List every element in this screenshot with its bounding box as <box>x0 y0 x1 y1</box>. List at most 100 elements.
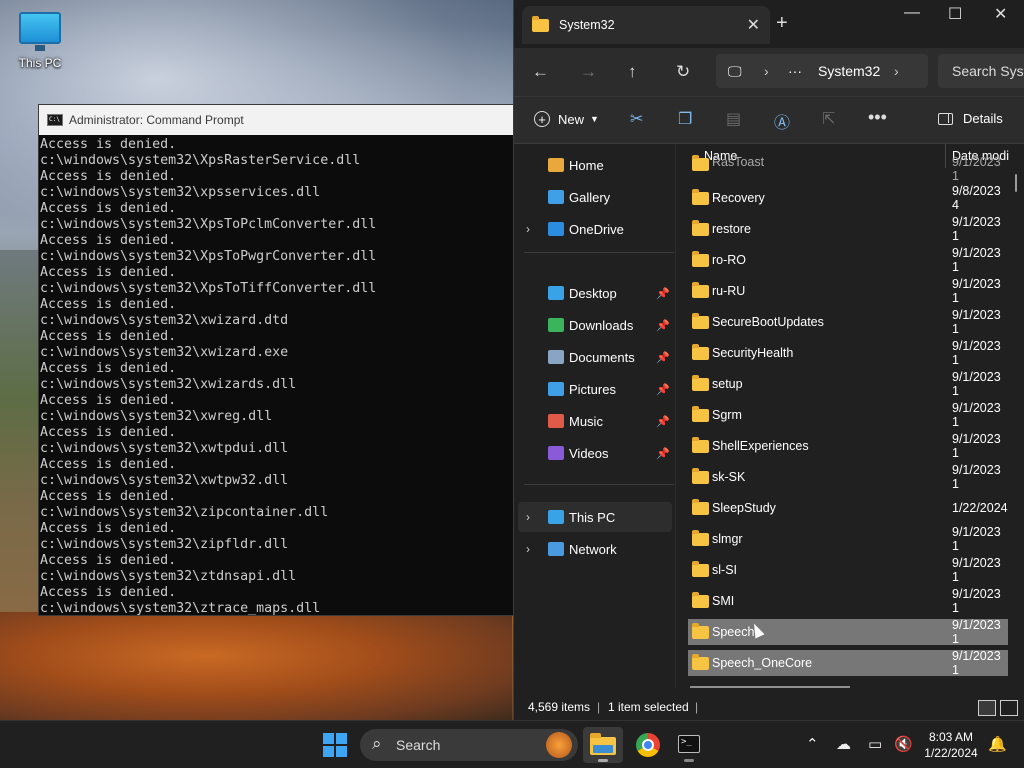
breadcrumb-more[interactable]: ··· <box>788 63 802 79</box>
up-button[interactable]: ↑ <box>628 62 637 82</box>
nav-item-documents[interactable]: Documents 📌 <box>518 342 672 372</box>
file-row[interactable]: restore 9/1/2023 1 <box>688 215 1008 243</box>
new-tab-button[interactable]: + <box>776 12 788 35</box>
chevron-down-icon: ▼ <box>590 114 599 124</box>
paste-icon[interactable]: ▤ <box>726 109 741 129</box>
nav-item-label: Pictures <box>569 381 616 397</box>
cut-icon[interactable]: ✂ <box>630 109 643 129</box>
maximize-button[interactable]: ☐ <box>948 4 962 24</box>
show-hidden-icons-button[interactable]: ⌃ <box>806 735 819 753</box>
share-icon[interactable]: ⇱ <box>822 109 835 129</box>
pin-icon: 📌 <box>656 351 670 364</box>
cmd-line: c:\windows\system32\xwreg.dll <box>40 409 273 424</box>
refresh-button[interactable]: ↻ <box>676 62 690 82</box>
file-date: 9/1/2023 1 <box>952 370 1001 398</box>
file-row[interactable]: SMI 9/1/2023 1 <box>688 587 1008 615</box>
downloads-icon <box>548 318 564 332</box>
close-window-button[interactable]: ✕ <box>994 4 1007 24</box>
file-row[interactable]: Recovery 9/8/2023 4 <box>688 184 1008 212</box>
taskbar-file-explorer[interactable] <box>583 727 623 763</box>
file-row[interactable]: sl-SI 9/1/2023 1 <box>688 556 1008 584</box>
nav-item-network[interactable]: › Network <box>518 534 672 564</box>
copy-icon[interactable]: ❐ <box>678 109 692 129</box>
vertical-scrollbar[interactable] <box>1015 174 1017 192</box>
taskbar-search[interactable]: ⌕ Search <box>360 729 578 761</box>
volume-muted-icon[interactable]: 🔇 <box>894 735 913 753</box>
cmd-line: Access is denied. <box>40 169 177 184</box>
file-row[interactable]: ShellExperiences 9/1/2023 1 <box>688 432 1008 460</box>
command-prompt-window[interactable]: Administrator: Command Prompt Access is … <box>38 104 514 616</box>
address-bar[interactable]: 🖵 › ··· System32 › <box>716 54 928 88</box>
file-row[interactable]: slmgr 9/1/2023 1 <box>688 525 1008 553</box>
chevron-right-icon[interactable]: › <box>894 63 899 79</box>
cmd-line: c:\windows\system32\ztrace_maps.dll <box>40 601 321 615</box>
file-row[interactable]: RasToast 9/1/2023 1 <box>688 155 1008 183</box>
details-view-icon[interactable] <box>978 700 996 716</box>
cloud-offline-icon[interactable]: ☁ <box>836 735 851 753</box>
file-explorer-window[interactable]: System32 ✕ + — ☐ ✕ ← → ↑ ↻ 🖵 › ··· Syste… <box>513 0 1024 720</box>
cmd-line: c:\windows\system32\xwizard.exe <box>40 345 289 360</box>
pin-icon: 📌 <box>656 383 670 396</box>
forward-button[interactable]: → <box>580 62 597 82</box>
tab-system32[interactable]: System32 ✕ <box>522 6 770 44</box>
status-divider: | <box>695 700 699 714</box>
search-input[interactable]: Search Syste <box>938 54 1024 88</box>
status-bar: 4,569 items | 1 item selected | <box>514 688 1024 720</box>
details-button[interactable]: Details <box>938 111 1003 126</box>
file-date: 1/22/2024 <box>952 501 1008 515</box>
file-row[interactable]: ro-RO 9/1/2023 1 <box>688 246 1008 274</box>
tiles-view-icon[interactable] <box>1000 700 1018 716</box>
nav-item-label: Downloads <box>569 317 634 333</box>
file-row[interactable]: SecurityHealth 9/1/2023 1 <box>688 339 1008 367</box>
cmd-output[interactable]: Access is denied. c:\windows\system32\Xps… <box>39 135 513 615</box>
file-row[interactable]: sk-SK 9/1/2023 1 <box>688 463 1008 491</box>
file-row[interactable]: Sgrm 9/1/2023 1 <box>688 401 1008 429</box>
minimize-button[interactable]: — <box>904 4 920 22</box>
desktop-icon-label: This PC <box>18 56 62 70</box>
nav-item-pictures[interactable]: Pictures 📌 <box>518 374 672 404</box>
desktop-icon-this-pc[interactable]: This PC <box>10 8 70 70</box>
nav-item-onedrive[interactable]: › OneDrive <box>518 214 672 244</box>
start-button[interactable] <box>323 733 347 757</box>
chevron-right-icon[interactable]: › <box>526 542 530 556</box>
taskbar-terminal[interactable] <box>669 727 709 763</box>
notification-bell-icon[interactable]: 🔔 <box>988 735 1007 753</box>
file-row[interactable]: SleepStudy 1/22/2024 <box>688 495 1008 521</box>
nav-item-home[interactable]: Home <box>518 150 672 180</box>
cmd-title-bar[interactable]: Administrator: Command Prompt <box>39 105 513 135</box>
nav-item-desktop[interactable]: Desktop 📌 <box>518 278 672 308</box>
file-name: SecurityHealth <box>712 346 794 360</box>
nav-item-downloads[interactable]: Downloads 📌 <box>518 310 672 340</box>
network-icon[interactable]: ▭ <box>868 735 882 753</box>
file-row[interactable]: Speech_OneCore 9/1/2023 1 <box>688 649 1008 677</box>
file-row[interactable]: ru-RU 9/1/2023 1 <box>688 277 1008 305</box>
file-name: SMI <box>712 594 735 608</box>
file-date: 9/1/2023 1 <box>952 525 1001 553</box>
taskbar-chrome[interactable] <box>626 727 666 763</box>
rename-icon[interactable]: Ⓐ <box>774 109 790 133</box>
breadcrumb-current[interactable]: System32 <box>818 63 880 79</box>
new-button[interactable]: + New ▼ <box>534 111 599 127</box>
clock[interactable]: 8:03 AM 1/22/2024 <box>916 729 986 761</box>
nav-item-this-pc[interactable]: › This PC <box>518 502 672 532</box>
nav-item-label: Documents <box>569 349 635 365</box>
file-row[interactable]: Speech 9/1/2023 1 <box>688 618 1008 646</box>
cmd-line: c:\windows\system32\ztdnsapi.dll <box>40 569 297 584</box>
cmd-line: Access is denied. <box>40 137 177 152</box>
file-row[interactable]: setup 9/1/2023 1 <box>688 370 1008 398</box>
nav-item-music[interactable]: Music 📌 <box>518 406 672 436</box>
nav-item-gallery[interactable]: Gallery <box>518 182 672 212</box>
nav-item-label: Music <box>569 413 603 429</box>
chevron-right-icon[interactable]: › <box>764 63 769 79</box>
this-pc-icon <box>548 510 564 524</box>
cmd-line: c:\windows\system32\XpsToPclmConverter.d… <box>40 217 377 232</box>
file-row[interactable]: SecureBootUpdates 9/1/2023 1 <box>688 308 1008 336</box>
back-button[interactable]: ← <box>532 62 549 82</box>
more-options-icon[interactable]: ••• <box>868 107 887 128</box>
active-indicator <box>598 759 608 762</box>
nav-item-videos[interactable]: Videos 📌 <box>518 438 672 468</box>
close-tab-icon[interactable]: ✕ <box>747 15 760 35</box>
chevron-right-icon[interactable]: › <box>526 510 530 524</box>
chevron-right-icon[interactable]: › <box>526 222 530 236</box>
folder-icon <box>692 189 709 205</box>
